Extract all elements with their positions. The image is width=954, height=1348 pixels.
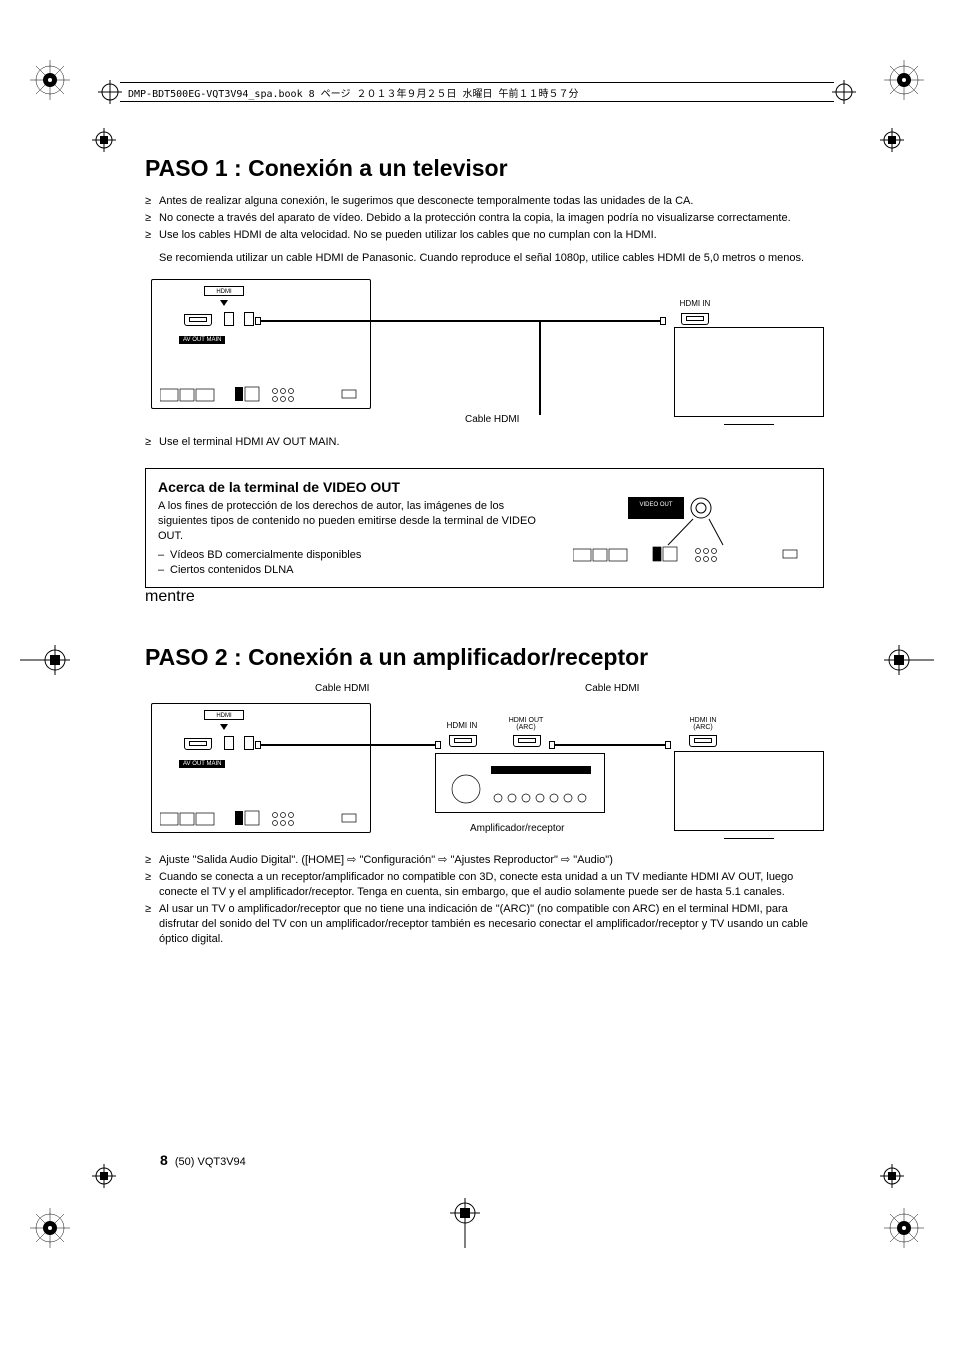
av-out-label: AV OUT MAIN	[179, 760, 225, 768]
infobox-body: A los fines de protección de los derecho…	[158, 499, 538, 544]
header-runner: DMP-BDT500EG-VQT3V94_spa.book 8 ページ ２０１３…	[120, 82, 834, 102]
port-icon	[224, 312, 234, 326]
hdmi-in-label: HDMI IN	[445, 721, 479, 730]
cable-plug-icon	[660, 317, 666, 325]
header-register-icon	[98, 80, 122, 109]
arrow-down-icon	[220, 724, 228, 730]
tv-icon	[674, 327, 824, 429]
cable-hdmi-label-right: Cable HDMI	[585, 683, 639, 694]
hdmi-port-icon	[184, 738, 212, 750]
step2-bullets: Ajuste "Salida Audio Digital". ([HOME] ⇨…	[145, 853, 824, 946]
register-mark-icon	[20, 645, 70, 675]
footer-meta: (50) VQT3V94	[175, 1156, 246, 1168]
hdmi-cable-icon	[555, 744, 665, 746]
register-mark-icon	[92, 128, 116, 152]
connection-diagram-tv: HDMI AV OUT MAIN HDMI IN	[145, 279, 824, 429]
register-mark-icon	[880, 1164, 904, 1188]
cable-vertical-icon	[539, 320, 541, 415]
bullet-item: Al usar un TV o amplificador/receptor qu…	[145, 902, 824, 947]
register-mark-icon	[884, 645, 934, 675]
hdmi-in-arc-label: HDMI IN(ARC)	[683, 717, 723, 731]
hdmi-port-icon	[184, 314, 212, 326]
page-number: 8	[160, 1152, 168, 1168]
step1-subtext: Se recomienda utilizar un cable HDMI de …	[145, 251, 824, 266]
player-device-icon: HDMI AV OUT MAIN	[151, 279, 371, 409]
arrow-down-icon	[220, 300, 228, 306]
step1-heading: PASO 1 : Conexión a un televisor	[145, 155, 824, 182]
port-icon	[244, 312, 254, 326]
connection-diagram-amp: Cable HDMI Cable HDMI HDMI AV OUT MAIN	[145, 683, 824, 853]
bullet-item: Cuando se conecta a un receptor/amplific…	[145, 870, 824, 900]
player-device-icon: HDMI AV OUT MAIN	[151, 703, 371, 833]
cable-hdmi-label: Cable HDMI	[465, 414, 519, 425]
bullet-item: Antes de realizar alguna conexión, le su…	[145, 194, 824, 209]
bullet-item: Use los cables HDMI de alta velocidad. N…	[145, 228, 824, 243]
port-icon	[224, 736, 234, 750]
bullet-item: No conecte a través del aparato de vídeo…	[145, 211, 824, 226]
hdmi-cable-icon	[261, 320, 661, 322]
hdmi-out-arc-label: HDMI OUT(ARC)	[505, 717, 547, 731]
player-rear-icon	[160, 385, 360, 403]
register-mark-icon	[880, 128, 904, 152]
hdmi-logo-icon: HDMI	[204, 710, 244, 720]
bullet-item: Ajuste "Salida Audio Digital". ([HOME] ⇨…	[145, 853, 824, 868]
hdmi-port-icon	[689, 735, 717, 747]
step1-bullets: Antes de realizar alguna conexión, le su…	[145, 194, 824, 243]
hdmi-port-icon	[513, 735, 541, 747]
hdmi-in-label: HDMI IN	[675, 299, 715, 308]
hdmi-logo-icon: HDMI	[204, 286, 244, 296]
crop-mark-icon	[884, 1208, 924, 1248]
cable-plug-icon	[665, 741, 671, 749]
port-icon	[244, 736, 254, 750]
hdmi-port-icon	[681, 313, 709, 325]
hdmi-port-icon	[449, 735, 477, 747]
cable-plug-icon	[435, 741, 441, 749]
register-mark-icon	[92, 1164, 116, 1188]
step1-post-bullets: Use el terminal HDMI AV OUT MAIN.	[145, 435, 824, 450]
step2-heading: PASO 2 : Conexión a un amplificador/rece…	[145, 644, 824, 671]
crop-mark-icon	[30, 60, 70, 100]
cable-hdmi-label-left: Cable HDMI	[315, 683, 369, 694]
video-out-figure: VIDEO OUT	[573, 497, 813, 575]
register-mark-icon	[450, 1198, 480, 1248]
header-runner-text: DMP-BDT500EG-VQT3V94_spa.book 8 ページ ２０１３…	[128, 85, 579, 100]
header-register-icon	[832, 80, 856, 109]
av-out-label: AV OUT MAIN	[179, 336, 225, 344]
player-rear-icon	[160, 809, 360, 827]
bullet-item: Use el terminal HDMI AV OUT MAIN.	[145, 435, 824, 450]
hdmi-cable-icon	[261, 744, 436, 746]
video-out-label: VIDEO OUT	[633, 502, 679, 508]
crop-mark-icon	[884, 60, 924, 100]
tv-icon	[674, 751, 824, 853]
amplifier-label: Amplificador/receptor	[470, 823, 564, 834]
video-out-infobox: Acerca de la terminal de VIDEO OUT A los…	[145, 468, 824, 588]
amplifier-icon	[435, 753, 605, 813]
infobox-heading: Acerca de la terminal de VIDEO OUT	[158, 479, 811, 495]
page-footer: 8 (50) VQT3V94	[160, 1152, 246, 1168]
crop-mark-icon	[30, 1208, 70, 1248]
